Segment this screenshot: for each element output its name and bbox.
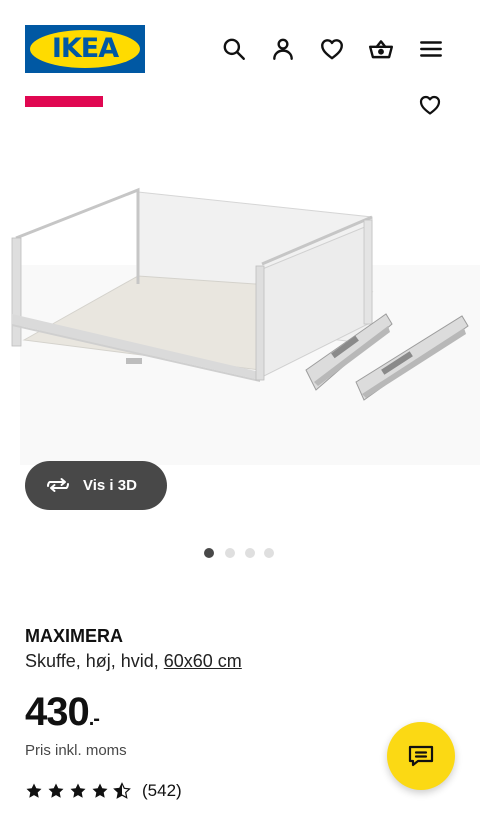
product-description: Skuffe, høj, hvid, 60x60 cm xyxy=(25,650,242,672)
account-icon[interactable] xyxy=(270,36,296,62)
favorites-icon[interactable] xyxy=(319,36,345,62)
carousel-dot[interactable] xyxy=(225,548,235,558)
star-icon xyxy=(92,783,108,798)
product-name: MAXIMERA xyxy=(25,626,123,646)
product-size-link[interactable]: 60x60 cm xyxy=(164,651,242,671)
review-count[interactable]: (542) xyxy=(142,781,182,801)
carousel-dot[interactable] xyxy=(245,548,255,558)
view-in-3d-label: Vis i 3D xyxy=(83,477,137,494)
cart-icon[interactable] xyxy=(368,36,394,62)
chat-icon xyxy=(408,745,434,767)
rating-stars[interactable] xyxy=(25,782,135,800)
carousel-dot[interactable] xyxy=(204,548,214,558)
rotate-3d-icon xyxy=(47,478,69,492)
carousel-dot[interactable] xyxy=(264,548,274,558)
promo-badge xyxy=(25,96,103,107)
star-icon xyxy=(26,783,42,798)
view-in-3d-button[interactable]: Vis i 3D xyxy=(25,461,167,510)
star-icon xyxy=(48,783,64,798)
add-to-favorites-icon[interactable] xyxy=(418,93,442,117)
vat-note: Pris inkl. moms xyxy=(25,742,127,759)
menu-icon[interactable] xyxy=(418,36,444,62)
logo-text: IKEA xyxy=(51,33,119,64)
ikea-logo[interactable]: IKEA xyxy=(25,25,145,73)
search-icon[interactable] xyxy=(221,36,247,62)
chat-button[interactable] xyxy=(387,722,455,790)
top-header: IKEA xyxy=(0,0,480,96)
product-image[interactable] xyxy=(0,120,480,470)
price-value: 430 xyxy=(25,690,90,734)
product-description-text: Skuffe, høj, hvid, xyxy=(25,651,164,671)
product-price: 430.- xyxy=(25,690,100,741)
price-suffix: .- xyxy=(88,708,100,730)
star-icon xyxy=(70,783,86,798)
